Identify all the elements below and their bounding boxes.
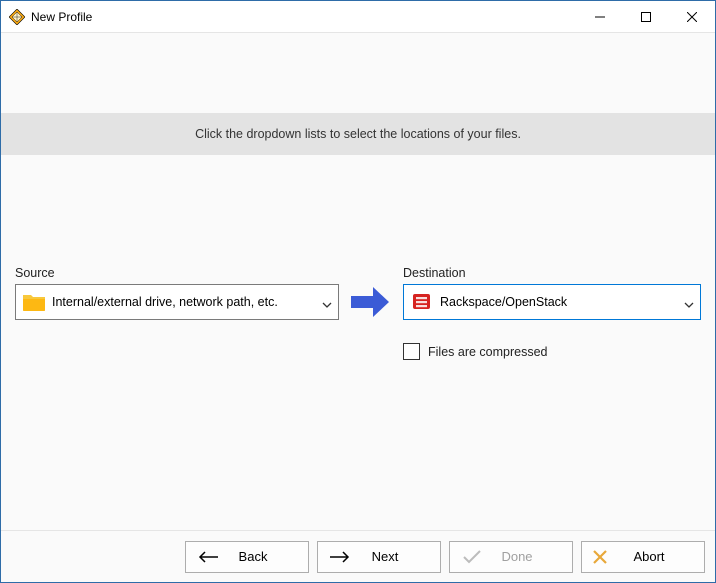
destination-dropdown[interactable]: Rackspace/OpenStack (403, 284, 701, 320)
destination-selected-text: Rackspace/OpenStack (440, 295, 680, 309)
abort-button-label: Abort (620, 549, 694, 564)
next-button-label: Next (356, 549, 430, 564)
back-button-label: Back (224, 549, 298, 564)
files-compressed-option[interactable]: Files are compressed (403, 343, 548, 360)
source-label: Source (15, 266, 55, 280)
footer-buttons: Back Next Done Abort (1, 530, 715, 582)
source-selected-text: Internal/external drive, network path, e… (52, 295, 318, 309)
folder-icon (22, 292, 46, 312)
abort-button[interactable]: Abort (581, 541, 705, 573)
chevron-down-icon (684, 297, 694, 307)
checkbox-icon[interactable] (403, 343, 420, 360)
x-icon (592, 549, 620, 565)
done-button-label: Done (488, 549, 562, 564)
info-message: Click the dropdown lists to select the l… (195, 127, 521, 141)
next-button[interactable]: Next (317, 541, 441, 573)
app-icon (9, 9, 25, 25)
files-compressed-label: Files are compressed (428, 345, 548, 359)
new-profile-window: New Profile Click the dropdown lists to … (0, 0, 716, 583)
content-area: Click the dropdown lists to select the l… (1, 33, 715, 530)
window-title: New Profile (31, 10, 92, 24)
back-button[interactable]: Back (185, 541, 309, 573)
arrow-left-icon (196, 549, 224, 565)
titlebar: New Profile (1, 1, 715, 33)
maximize-button[interactable] (623, 1, 669, 33)
minimize-button[interactable] (577, 1, 623, 33)
info-strip: Click the dropdown lists to select the l… (1, 113, 715, 155)
arrow-right-icon (328, 549, 356, 565)
check-icon (460, 549, 488, 565)
direction-arrow-icon (345, 282, 395, 322)
source-dropdown[interactable]: Internal/external drive, network path, e… (15, 284, 339, 320)
close-button[interactable] (669, 1, 715, 33)
rackspace-icon (410, 292, 434, 312)
done-button: Done (449, 541, 573, 573)
destination-label: Destination (403, 266, 466, 280)
chevron-down-icon (322, 297, 332, 307)
